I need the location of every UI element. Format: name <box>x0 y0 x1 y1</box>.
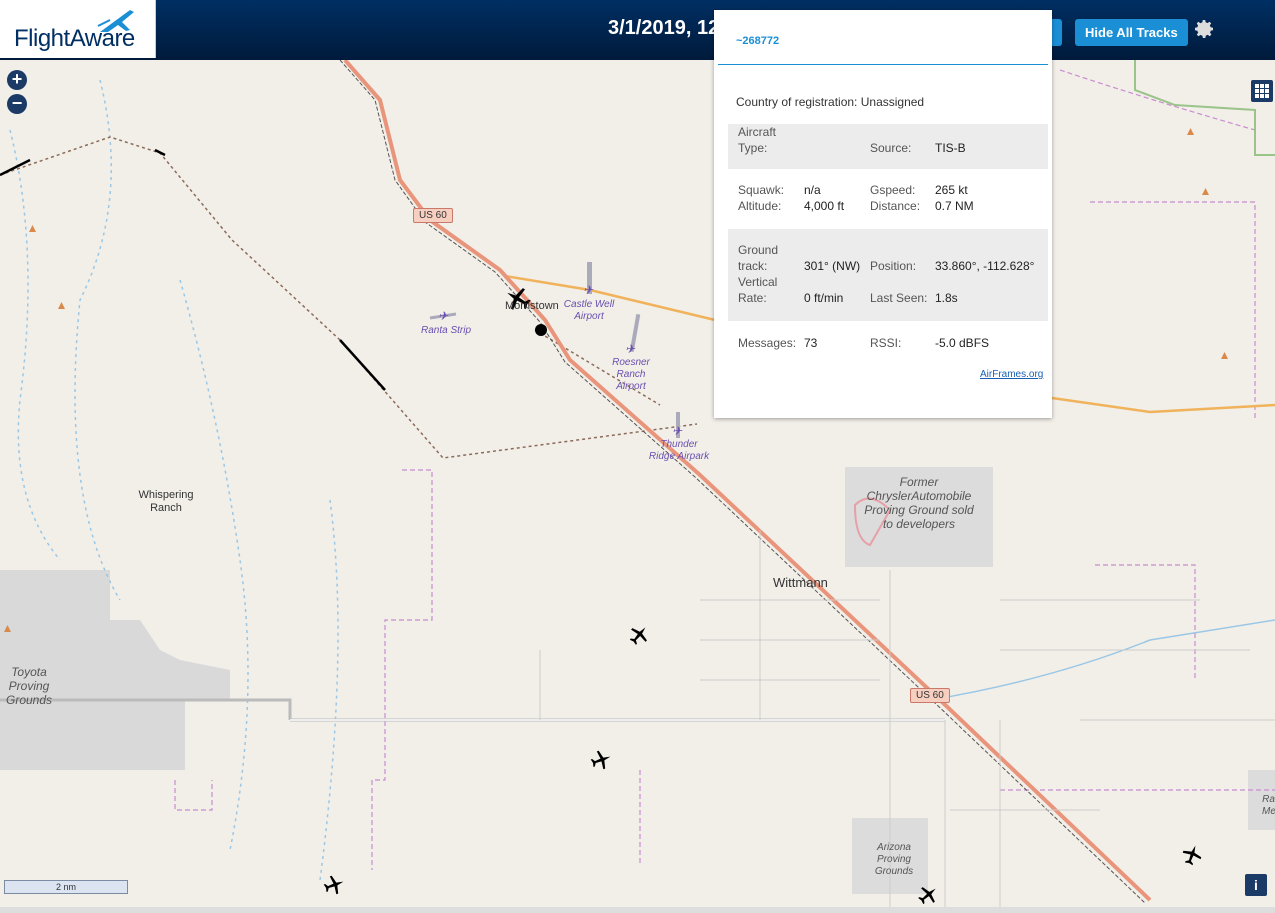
altitude-label: Altitude: <box>738 199 782 213</box>
distance-value: 0.7 NM <box>935 199 974 213</box>
horizontal-scrollbar[interactable] <box>0 907 1275 913</box>
last-seen-label: Last Seen: <box>870 291 928 305</box>
hide-all-tracks-button[interactable]: Hide All Tracks <box>1075 19 1188 46</box>
wash-line <box>929 619 1275 701</box>
boundary-line <box>1059 69 1256 131</box>
aircraft-type-label: Aircraft Type: <box>738 125 777 155</box>
airport-label: Roesner Ranch Airport <box>612 357 650 392</box>
rssi-value: -5.0 dBFS <box>935 336 990 350</box>
layers-grid-icon[interactable] <box>1251 80 1273 102</box>
country-value: Unassigned <box>860 95 925 109</box>
source-label: Source: <box>870 141 912 155</box>
distance-label: Distance: <box>870 199 921 213</box>
place-label: Former ChryslerAutomobile Proving Ground… <box>864 475 974 531</box>
last-seen-value: 1.8s <box>935 291 958 305</box>
aircraft-info-popup: ~268772 Country of registration: Unassig… <box>714 10 1052 418</box>
squawk-label: Squawk: <box>738 183 785 197</box>
info-row: Aircraft Type: Source: TIS-B <box>728 124 1048 169</box>
aircraft-id-title[interactable]: ~268772 <box>736 35 779 47</box>
zoom-in-button[interactable]: + <box>7 70 27 90</box>
rssi-label: RSSI: <box>870 336 902 350</box>
title-divider <box>718 64 1048 65</box>
country-row: Country of registration: Unassigned <box>736 95 924 109</box>
info-row: Messages: 73 RSSI: -5.0 dBFS <box>728 335 1048 353</box>
info-icon[interactable]: i <box>1245 874 1267 896</box>
airport-label: Thunder Ridge Airpark <box>648 439 710 462</box>
date-display: 3/1/2019, 12 <box>608 17 720 39</box>
source-value: TIS-B <box>935 141 966 155</box>
wash-line <box>74 79 121 601</box>
dotted-boundary <box>0 136 698 459</box>
zoom-out-button[interactable]: − <box>7 94 27 114</box>
aircraft-icon[interactable] <box>589 748 613 772</box>
ground-track-label: Ground track: <box>738 243 779 273</box>
info-row: Squawk: n/a Gspeed: 265 kt Altitude: 4,0… <box>728 182 1048 218</box>
info-row: Ground track: 301° (NW) Position: 33.860… <box>728 229 1048 321</box>
place-label: Whispering Ranch <box>138 489 194 514</box>
place-label: Morristown <box>505 300 559 312</box>
position-label: Position: <box>870 259 917 273</box>
route-shield: US 60 <box>910 688 950 703</box>
place-label: Arizona Proving Grounds <box>874 842 914 877</box>
altitude-value: 4,000 ft <box>804 199 845 213</box>
map-canvas[interactable]: ✈ ✈ ✈ ✈ + − Morristown Wittmann Whisperi… <box>0 60 1275 913</box>
airport-icon: ✈ <box>438 309 449 323</box>
route-shield: US 60 <box>413 208 453 223</box>
airport-icon: ✈ <box>672 424 683 438</box>
gspeed-label: Gspeed: <box>870 183 916 197</box>
aircraft-icon[interactable] <box>627 623 651 647</box>
country-label: Country of registration: <box>736 95 858 109</box>
flightaware-logo[interactable]: FlightAware <box>0 0 156 58</box>
track-segment <box>0 148 386 391</box>
airport-icon: ✈ <box>583 283 594 297</box>
wash-line <box>9 129 61 561</box>
messages-label: Messages: <box>738 336 797 350</box>
place-label: Wittmann <box>773 575 828 590</box>
park-boundary <box>1134 60 1275 156</box>
aircraft-icon[interactable] <box>1180 843 1204 867</box>
place-label: Toyota Proving Grounds <box>5 665 53 707</box>
squawk-value: n/a <box>804 183 821 197</box>
vertical-rate-label: Vertical Rate: <box>738 275 778 305</box>
app-header: FlightAware 3/1/2019, 12 Hide All Tracks <box>0 0 1275 60</box>
place-label: Ra Me <box>1262 794 1275 817</box>
aircraft-position-dot <box>535 324 547 336</box>
aircraft-icon[interactable] <box>322 873 346 897</box>
vertical-rate-value: 0 ft/min <box>804 291 844 305</box>
gear-icon[interactable] <box>1192 17 1216 41</box>
scale-bar: 2 nm <box>4 880 128 894</box>
airport-label: Castle Well Airport <box>563 299 615 322</box>
messages-value: 73 <box>804 336 818 350</box>
wash-line <box>319 499 339 881</box>
airport-icon: ✈ <box>625 342 636 356</box>
airframes-link[interactable]: AirFrames.org <box>980 369 1043 380</box>
position-value: 33.860°, -112.628° <box>935 259 1035 273</box>
aircraft-icon[interactable] <box>916 883 940 907</box>
airport-label: Ranta Strip <box>421 325 472 336</box>
wash-line <box>179 279 249 851</box>
ground-track-value: 301° (NW) <box>804 259 861 273</box>
map-layer <box>0 60 1275 913</box>
gspeed-value: 265 kt <box>935 183 968 197</box>
plane-logo-icon <box>97 10 134 32</box>
